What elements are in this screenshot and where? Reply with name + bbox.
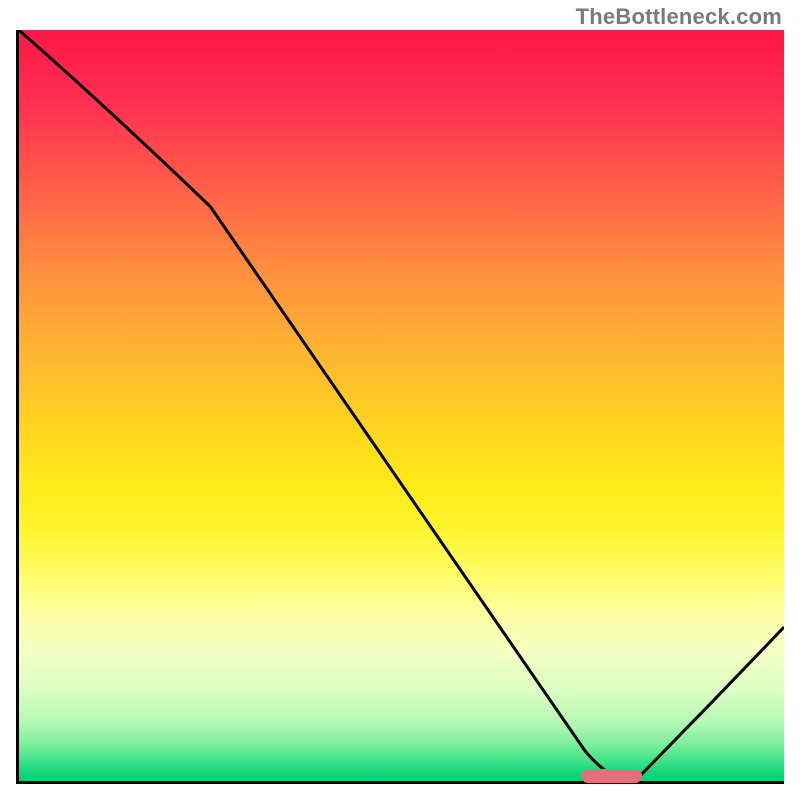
plot-area [16, 30, 784, 784]
curve-path [19, 30, 784, 781]
watermark-label: TheBottleneck.com [576, 4, 782, 30]
chart-container: TheBottleneck.com [0, 0, 800, 800]
bottleneck-curve [19, 30, 784, 781]
optimum-marker [581, 769, 642, 783]
